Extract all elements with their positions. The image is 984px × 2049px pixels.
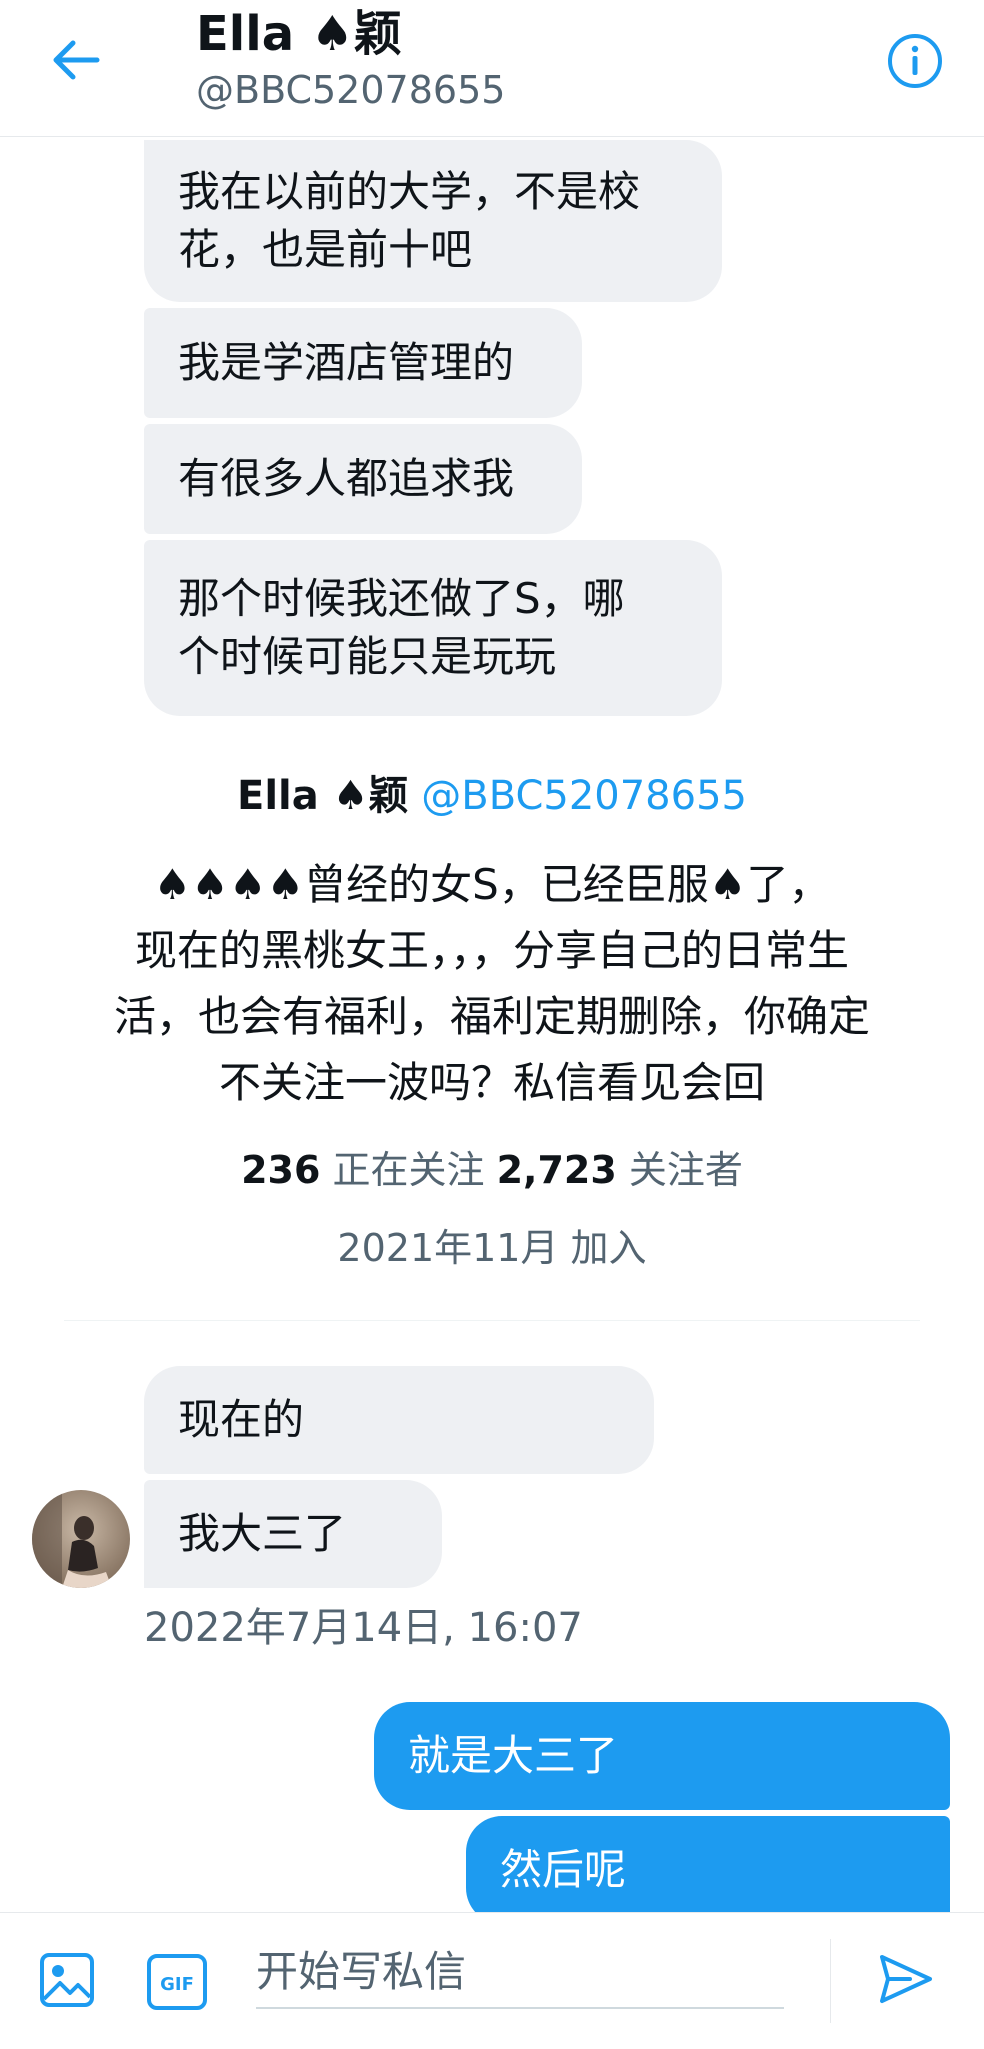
gif-label: GIF	[160, 1974, 194, 1995]
message-text-line: 花，也是前十吧	[178, 225, 473, 274]
bio-line: 不关注一波吗？私信看见会回	[218, 1058, 765, 1107]
profile-stats: 236 正在关注 2,723 关注者	[0, 1142, 984, 1198]
message-text-line: 个时候可能只是玩玩	[178, 632, 557, 681]
message-text-line: 我在以前的大学，不是校	[178, 167, 641, 216]
bio-line: 现在的黑桃女王，，，分享自己的日常生	[134, 926, 849, 975]
bio-line: ♠♠♠♠曾经的女S，已经臣服♠了，	[153, 860, 831, 909]
message-bubble-received[interactable]: 我是学酒店管理的	[144, 308, 582, 418]
message-bubble-sent[interactable]: 就是大三了	[374, 1702, 950, 1810]
media-button[interactable]	[38, 1951, 96, 2009]
message-text-line: 现在的	[178, 1395, 305, 1444]
conversation-handle[interactable]: @BBC52078655	[196, 66, 505, 114]
message-input[interactable]	[256, 1935, 784, 2009]
conversation-title[interactable]: Ella ♠颖	[196, 4, 402, 64]
info-icon	[888, 34, 942, 88]
divider	[64, 1320, 920, 1321]
message-timestamp: 2022年7月14日, 16:07	[144, 1605, 583, 1651]
profile-name: Ella ♠颖	[237, 773, 409, 819]
message-text-line: 我大三了	[178, 1509, 347, 1558]
avatar-image	[32, 1490, 130, 1588]
message-text-line: 就是大三了	[408, 1731, 619, 1780]
message-bubble-sent[interactable]: 然后呢	[466, 1816, 950, 1924]
message-text-line: 我是学酒店管理的	[178, 338, 515, 387]
followers-label: 关注者	[628, 1148, 743, 1192]
bio-line: 活，也会有福利，福利定期删除，你确定	[113, 992, 870, 1041]
gif-button[interactable]: GIF	[146, 1953, 208, 2011]
send-icon	[880, 1955, 932, 2003]
message-bubble-received[interactable]: 那个时候我还做了S，哪 个时候可能只是玩玩	[144, 540, 722, 716]
following-stat[interactable]: 236 正在关注	[241, 1148, 484, 1192]
profile-handle: @BBC52078655	[421, 773, 747, 819]
message-bubble-received[interactable]: 有很多人都追求我	[144, 424, 582, 534]
conversation-header: Ella ♠颖 @BBC52078655	[0, 0, 984, 137]
joined-date: 2021年11月 加入	[337, 1226, 647, 1270]
message-text-line: 然后呢	[500, 1845, 627, 1894]
gif-icon: GIF	[147, 1954, 207, 2010]
back-arrow-icon	[53, 40, 100, 80]
composer-separator	[830, 1939, 831, 2023]
profile-bio: ♠♠♠♠曾经的女S，已经臣服♠了， 现在的黑桃女王，，，分享自己的日常生 活，也…	[40, 852, 944, 1116]
message-composer: GIF	[0, 1912, 984, 2049]
followers-count: 2,723	[496, 1148, 617, 1192]
back-button[interactable]	[46, 30, 106, 90]
message-bubble-received[interactable]: 我在以前的大学，不是校 花，也是前十吧	[144, 140, 722, 302]
message-bubble-received[interactable]: 我大三了	[144, 1480, 442, 1588]
avatar[interactable]	[32, 1490, 130, 1588]
following-count: 236	[241, 1148, 321, 1192]
message-bubble-received[interactable]: 现在的	[144, 1366, 654, 1474]
image-icon	[40, 1953, 94, 2007]
info-button[interactable]	[886, 32, 944, 90]
profile-card-title[interactable]: Ella ♠颖 @BBC52078655	[0, 768, 984, 824]
followers-stat[interactable]: 2,723 关注者	[497, 1148, 743, 1192]
send-button[interactable]	[876, 1949, 936, 2009]
following-label: 正在关注	[332, 1148, 485, 1192]
message-text-line: 那个时候我还做了S，哪	[178, 574, 625, 623]
message-text-line: 有很多人都追求我	[178, 454, 515, 503]
